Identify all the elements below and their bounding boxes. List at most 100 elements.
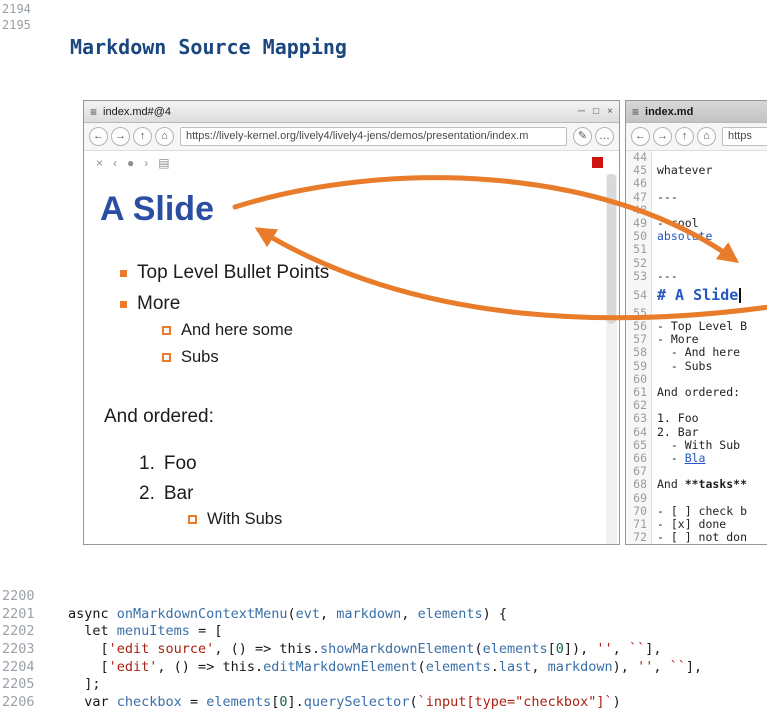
editor-line[interactable]: 59 - Subs	[626, 360, 767, 373]
code-line[interactable]: 2202 let menuItems = [	[0, 623, 767, 641]
browser-toolbar: ← → ↑ ⌂ https	[626, 123, 767, 151]
outer-code-editor[interactable]: 22002201async onMarkdownContextMenu(evt,…	[0, 588, 767, 712]
embedded-screenshot: ≡ index.md#@4 ─ □ × ← → ↑ ⌂ https://live…	[83, 100, 767, 545]
editor-line[interactable]: 61And ordered:	[626, 386, 767, 399]
forward-button[interactable]: →	[111, 127, 130, 146]
code-line-text: async onMarkdownContextMenu(evt, markdow…	[68, 606, 507, 624]
editor-line-number: 64	[626, 426, 652, 439]
menu-icon[interactable]: ≡	[632, 105, 639, 119]
editor-line[interactable]: 68And **tasks**	[626, 478, 767, 491]
sub-bullet-item: And here some	[162, 321, 293, 340]
code-line-text: ['edit', () => this.editMarkdownElement(…	[68, 659, 702, 677]
ordered-text: Bar	[164, 483, 194, 505]
back-button[interactable]: ←	[631, 127, 650, 146]
editor-line[interactable]: 46	[626, 177, 767, 190]
up-button[interactable]: ↑	[675, 127, 694, 146]
maximize-button[interactable]: □	[593, 107, 599, 117]
code-line[interactable]: 2203 ['edit source', () => this.showMark…	[0, 641, 767, 659]
source-editor-lines[interactable]: 4445whatever4647---4849- cool50absolute5…	[626, 151, 767, 544]
section-heading: Markdown Source Mapping	[70, 35, 347, 59]
window-titlebar[interactable]: ≡ index.md	[626, 101, 767, 123]
editor-line-number: 53	[626, 270, 652, 283]
editor-line-number: 47	[626, 191, 652, 204]
editor-line[interactable]: 45whatever	[626, 164, 767, 177]
code-line[interactable]: 2205 ];	[0, 676, 767, 694]
outer-editor-line-numbers-top: 2194 2195	[2, 2, 31, 33]
window-title: index.md#@4	[103, 106, 572, 118]
close-icon[interactable]: ×	[96, 156, 103, 170]
editor-line-text: And **tasks**	[652, 478, 747, 491]
editor-line[interactable]: 51	[626, 243, 767, 256]
window-titlebar[interactable]: ≡ index.md#@4 ─ □ ×	[84, 101, 619, 123]
home-button[interactable]: ⌂	[155, 127, 174, 146]
editor-line[interactable]: 54# A Slide	[626, 283, 767, 307]
editor-line-number: 52	[626, 257, 652, 270]
recording-indicator[interactable]	[592, 157, 603, 168]
edit-button[interactable]: ✎	[573, 127, 592, 146]
bullet-square-outline-icon	[162, 353, 171, 362]
scrollbar[interactable]	[606, 174, 617, 544]
editor-line-number: 58	[626, 346, 652, 359]
code-line[interactable]: 2201async onMarkdownContextMenu(evt, mar…	[0, 606, 767, 624]
rendered-markdown-window: ≡ index.md#@4 ─ □ × ← → ↑ ⌂ https://live…	[83, 100, 620, 545]
text-cursor	[739, 288, 741, 303]
bullet-item: Top Level Bullet Points	[120, 262, 329, 284]
back-button[interactable]: ←	[89, 127, 108, 146]
editor-line[interactable]: 50absolute	[626, 230, 767, 243]
code-line-number: 2206	[0, 694, 68, 712]
editor-line-text: # A Slide	[652, 283, 741, 307]
home-button[interactable]: ⌂	[697, 127, 716, 146]
ordered-item: 2. Bar	[139, 483, 193, 505]
bullet-text: More	[137, 293, 180, 315]
url-input[interactable]: https://lively-kernel.org/lively4/lively…	[180, 127, 567, 146]
up-button[interactable]: ↑	[133, 127, 152, 146]
minimize-button[interactable]: ─	[578, 107, 585, 117]
editor-line-number: 48	[626, 204, 652, 217]
ordered-number: 1.	[139, 453, 155, 475]
bullet-item: More	[120, 293, 180, 315]
print-icon[interactable]: ▤	[158, 156, 169, 170]
code-line[interactable]: 2200	[0, 588, 767, 606]
forward-button[interactable]: →	[653, 127, 672, 146]
editor-line-text: - [ ] not don	[652, 531, 747, 544]
code-line-number: 2205	[0, 676, 68, 694]
source-editor-window: ≡ index.md ← → ↑ ⌂ https 4445whatever464…	[625, 100, 767, 545]
code-line[interactable]: 2204 ['edit', () => this.editMarkdownEle…	[0, 659, 767, 677]
slide-dot-icon[interactable]: ●	[127, 156, 134, 170]
ordered-text: Foo	[164, 453, 197, 475]
editor-line-text: ---	[652, 191, 678, 204]
close-button[interactable]: ×	[607, 107, 613, 117]
code-line-number: 2203	[0, 641, 68, 659]
line-number: 2195	[2, 18, 31, 34]
editor-line[interactable]: 72- [ ] not don	[626, 531, 767, 544]
bullet-text: With Subs	[207, 510, 282, 529]
editor-line-number: 65	[626, 439, 652, 452]
editor-line-number: 69	[626, 492, 652, 505]
menu-icon[interactable]: ≡	[90, 105, 97, 119]
editor-line-number: 70	[626, 505, 652, 518]
bullet-square-icon	[120, 301, 127, 308]
editor-line[interactable]: 66 - Bla	[626, 452, 767, 465]
editor-line[interactable]: 53---	[626, 270, 767, 283]
editor-line[interactable]: 52	[626, 257, 767, 270]
code-line-number: 2201	[0, 606, 68, 624]
scrollbar-thumb[interactable]	[607, 174, 616, 324]
code-line-text: var checkbox = elements[0].querySelector…	[68, 694, 621, 712]
ordered-list-intro: And ordered:	[104, 406, 214, 428]
editor-line-number: 68	[626, 478, 652, 491]
more-options-button[interactable]: …	[595, 127, 614, 146]
code-line-text: ];	[68, 676, 101, 694]
editor-line-text: whatever	[652, 164, 712, 177]
bullet-square-outline-icon	[188, 515, 197, 524]
editor-line[interactable]: 47---	[626, 191, 767, 204]
page: 2194 2195 Markdown Source Mapping ≡ inde…	[0, 0, 767, 710]
code-line-number: 2202	[0, 623, 68, 641]
ordered-item: 1. Foo	[139, 453, 197, 475]
next-slide-icon[interactable]: ›	[144, 156, 148, 170]
prev-slide-icon[interactable]: ‹	[113, 156, 117, 170]
url-input[interactable]: https	[722, 127, 767, 146]
editor-line-text: - Subs	[652, 360, 712, 373]
code-line[interactable]: 2206 var checkbox = elements[0].querySel…	[0, 694, 767, 712]
code-line-text: let menuItems = [	[68, 623, 222, 641]
slide-content: A Slide Top Level Bullet Points More And…	[84, 174, 619, 544]
